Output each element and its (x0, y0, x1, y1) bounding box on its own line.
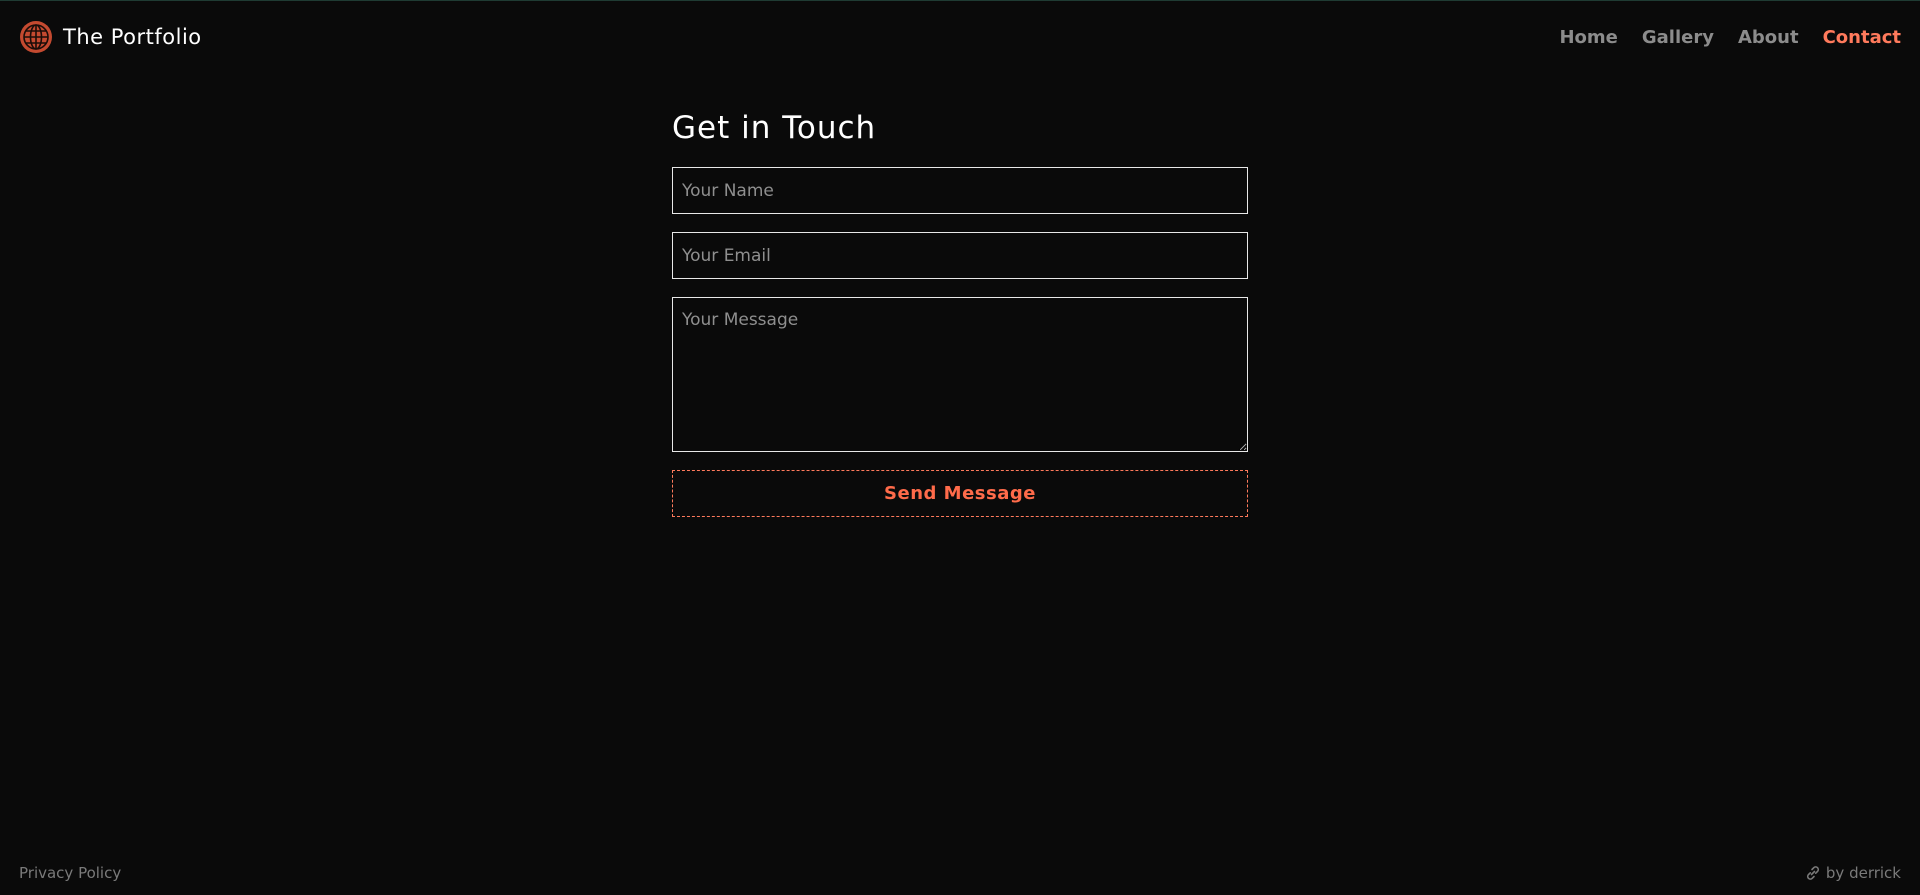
contact-section: Get in Touch Send Message (672, 109, 1248, 517)
main-nav: Home Gallery About Contact (1559, 27, 1901, 48)
author-credit[interactable]: by derrick (1805, 864, 1901, 882)
page-title: Get in Touch (672, 110, 877, 146)
contact-form: Send Message (672, 167, 1248, 517)
nav-home-link[interactable]: Home (1559, 27, 1617, 48)
site-header: The Portfolio Home Gallery About Contact (0, 1, 1920, 73)
nav-about-link[interactable]: About (1738, 27, 1799, 48)
link-icon (1805, 865, 1821, 881)
privacy-policy-link[interactable]: Privacy Policy (19, 864, 121, 882)
credit-label: by derrick (1825, 864, 1901, 882)
globe-icon (19, 20, 53, 54)
site-footer: Privacy Policy by derrick (0, 859, 1920, 895)
name-input[interactable] (672, 167, 1248, 214)
brand-logo-link[interactable]: The Portfolio (19, 20, 202, 54)
nav-gallery-link[interactable]: Gallery (1642, 27, 1714, 48)
nav-contact-link[interactable]: Contact (1823, 27, 1901, 48)
email-input[interactable] (672, 232, 1248, 279)
message-textarea[interactable] (672, 297, 1248, 452)
brand-name: The Portfolio (63, 25, 202, 49)
send-message-button[interactable]: Send Message (672, 470, 1248, 517)
